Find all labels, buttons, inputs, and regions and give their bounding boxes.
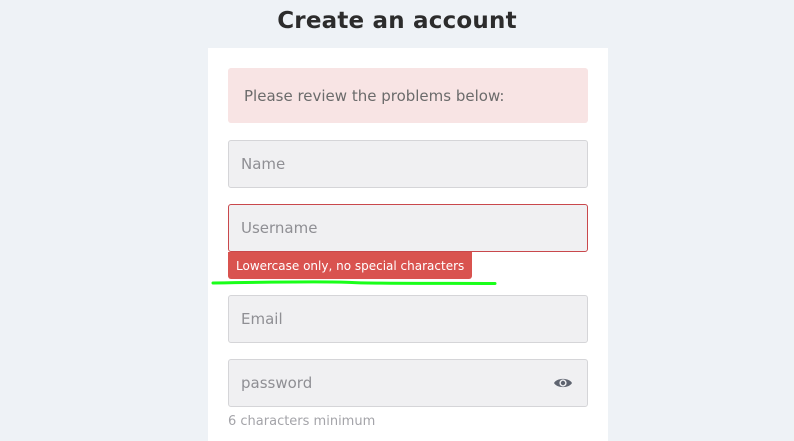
name-field[interactable] bbox=[229, 141, 587, 187]
username-field[interactable] bbox=[229, 205, 587, 251]
email-field-wrapper bbox=[228, 295, 588, 343]
error-alert-text: Please review the problems below: bbox=[244, 86, 505, 105]
username-field-wrapper bbox=[228, 204, 588, 252]
error-alert: Please review the problems below: bbox=[228, 68, 588, 123]
username-error-message: Lowercase only, no special characters bbox=[228, 252, 473, 279]
password-field[interactable] bbox=[229, 360, 587, 406]
password-hint: 6 characters minimum bbox=[228, 414, 376, 429]
page-title: Create an account bbox=[277, 8, 517, 34]
eye-icon[interactable] bbox=[553, 375, 573, 391]
annotation-underline bbox=[211, 280, 497, 285]
name-field-wrapper bbox=[228, 140, 588, 188]
password-field-wrapper bbox=[228, 359, 588, 407]
email-field[interactable] bbox=[229, 296, 587, 342]
signup-form: Please review the problems below: Lowerc… bbox=[208, 48, 608, 441]
